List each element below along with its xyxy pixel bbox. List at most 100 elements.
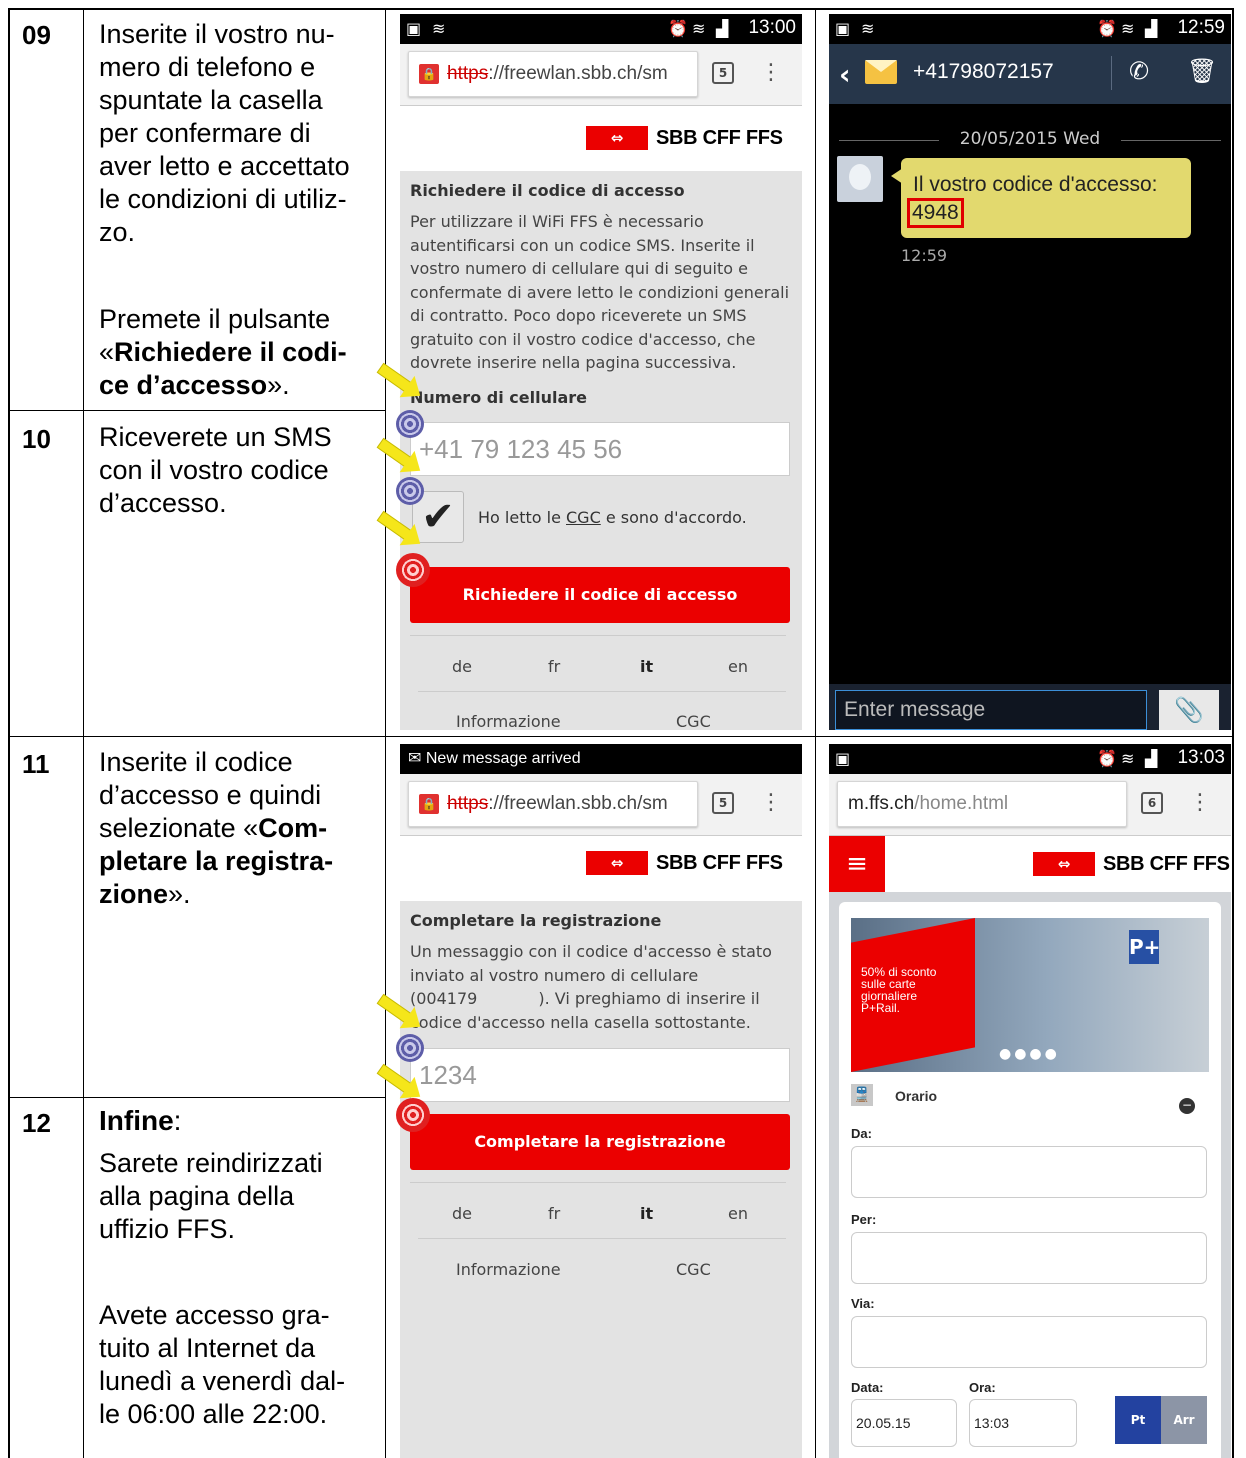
tab-count-button[interactable]: 6 [1141, 792, 1163, 814]
back-icon[interactable]: ‹ [839, 58, 851, 91]
text-line: aver letto e accettato [99, 151, 350, 181]
clock: 12:59 [1177, 17, 1225, 38]
lang-it-link[interactable]: it [640, 1204, 653, 1223]
wifi-icon: ≋ [861, 19, 875, 38]
message-text: Il vostro codice d'accesso: [913, 173, 1158, 196]
logo-text: SBB CFF FFS [1103, 852, 1230, 875]
time-input[interactable]: 13:03 [969, 1399, 1077, 1447]
quote-close: ». [168, 879, 191, 909]
departure-toggle[interactable]: Pt [1115, 1396, 1161, 1444]
to-input[interactable] [851, 1232, 1207, 1284]
url-scheme: https [447, 793, 489, 814]
target-marker-icon [396, 1034, 424, 1062]
trash-icon[interactable]: 🗑 [1187, 57, 1217, 85]
message-input[interactable]: Enter message [835, 690, 1147, 730]
info-link[interactable]: Informazione [456, 712, 561, 730]
text-line: ce d’accesso». [99, 369, 347, 402]
lang-en-link[interactable]: en [728, 1204, 748, 1223]
sbb-logo: ⇔ SBB CFF FFS [1033, 852, 1230, 876]
from-label: Da: [851, 1126, 872, 1141]
bold-text: zione [99, 879, 169, 909]
url-field[interactable]: 🔒 https://freewlan.sbb.ch/sm [408, 781, 698, 827]
phone-label: Numero di cellulare [410, 387, 587, 407]
signal-icon: ▟ [716, 19, 729, 38]
cgc-footer-link[interactable]: CGC [676, 712, 711, 730]
text-span: e sono d'accordo. [600, 508, 747, 527]
envelope-icon [865, 60, 897, 84]
promo-banner[interactable]: 50% di sconto sulle carte giornaliere P+… [851, 918, 1209, 1072]
lang-de-link[interactable]: de [452, 657, 472, 676]
overflow-menu-icon[interactable]: ⋮ [760, 786, 782, 820]
text-line: selezionate «Com- [99, 812, 333, 845]
complete-registration-button[interactable]: Completare la registrazione [410, 1114, 790, 1170]
divider [418, 1238, 786, 1239]
time-label: Ora: [969, 1380, 996, 1395]
lang-fr-link[interactable]: fr [548, 657, 560, 676]
arrival-toggle[interactable]: Arr [1161, 1396, 1207, 1444]
text-line: d’accesso e quindi [99, 780, 322, 810]
info-link[interactable]: Informazione [456, 1260, 561, 1279]
overflow-menu-icon[interactable]: ⋮ [760, 56, 782, 90]
col-divider-1 [83, 8, 84, 1458]
carousel-dots[interactable]: ●●●● [999, 1046, 1060, 1062]
image-icon: ▣ [835, 19, 851, 38]
code-input[interactable]: 1234 [410, 1048, 790, 1102]
lang-de-link[interactable]: de [452, 1204, 472, 1223]
phone-call-icon[interactable]: ✆ [1129, 57, 1149, 85]
target-marker-icon [396, 1098, 430, 1132]
sbb-logo-icon: ⇔ [586, 851, 648, 875]
bold-text: pletare la registra- [99, 846, 334, 876]
table-border-left [8, 8, 10, 1458]
step-12-heading: Infine: [99, 1104, 181, 1137]
site-header: ⇔ SBB CFF FFS [829, 836, 1231, 892]
lang-it-link[interactable]: it [640, 657, 653, 676]
via-label: Via: [851, 1296, 875, 1311]
timetable-card: 50% di sconto sulle carte giornaliere P+… [839, 902, 1221, 1458]
text-line: di contratto. Poco dopo riceverete un SM… [410, 306, 747, 325]
from-input[interactable] [851, 1146, 1207, 1198]
form-description: Un messaggio con il codice d'accesso è s… [410, 940, 792, 1034]
paperclip-icon[interactable]: 📎 [1159, 690, 1219, 730]
cgc-footer-link[interactable]: CGC [676, 1260, 711, 1279]
collapse-icon[interactable]: − [1179, 1098, 1195, 1114]
cgc-link[interactable]: CGC [566, 508, 601, 527]
request-code-button[interactable]: Richiedere il codice di accesso [410, 567, 790, 623]
text-span: Ho letto le [478, 508, 566, 527]
text-line: per confermare di [99, 118, 311, 148]
step-number-11: 11 [22, 749, 50, 779]
url-rest: ://freewlan.sbb.ch/sm [488, 793, 668, 814]
image-icon: ▣ [835, 749, 851, 768]
text-line: dovrete inserire nella pagina successiva… [410, 353, 737, 372]
bold-text: Com- [258, 813, 328, 843]
wifi-icon: ≋ [1121, 749, 1135, 768]
text-line: gratuito con il vostro codice d'accesso,… [410, 329, 756, 349]
phone-input[interactable]: +41 79 123 45 56 [410, 422, 790, 476]
screenshot-ffs-home: ▣ ⏰ ≋ ▟ 13:03 m.ffs.ch/home.html 6 ⋮ ⇔ S… [829, 744, 1231, 1458]
date-input[interactable]: 20.05.15 [851, 1399, 957, 1447]
quote-open: « [99, 337, 115, 367]
url-field[interactable]: m.ffs.ch/home.html [837, 781, 1127, 827]
logo-text: SBB CFF FFS [656, 126, 783, 149]
tab-count-button[interactable]: 5 [712, 62, 734, 84]
via-input[interactable] [851, 1316, 1207, 1368]
overflow-menu-icon[interactable]: ⋮ [1189, 786, 1211, 820]
text-line: Inserite il vostro nu- [99, 19, 335, 49]
row-divider-10-11 [8, 736, 1234, 737]
divider [1111, 56, 1112, 90]
lang-en-link[interactable]: en [728, 657, 748, 676]
sbb-logo-icon: ⇔ [1033, 852, 1095, 876]
sbb-logo: ⇔ SBB CFF FFS [586, 851, 783, 875]
text-line: mero di telefono e [99, 52, 316, 82]
text-line: codice d'accesso nella casella sottostan… [410, 1012, 751, 1032]
lang-fr-link[interactable]: fr [548, 1204, 560, 1223]
bold-text: Infine [99, 1105, 174, 1136]
url-field[interactable]: 🔒 https://freewlan.sbb.ch/sm [408, 51, 698, 97]
screenshot-request-code: ▣ ≋ ⏰ ≋ ▟ 13:00 🔒 https://freewlan.sbb.c… [400, 14, 802, 730]
clock: 13:00 [748, 17, 796, 38]
date-label: Data: [851, 1380, 884, 1395]
text-line: le 06:00 alle 22:00. [99, 1399, 328, 1429]
tab-count-button[interactable]: 5 [712, 792, 734, 814]
hamburger-menu-icon[interactable]: ≡ [829, 836, 885, 892]
step-number-12: 12 [22, 1108, 51, 1138]
to-label: Per: [851, 1212, 877, 1227]
